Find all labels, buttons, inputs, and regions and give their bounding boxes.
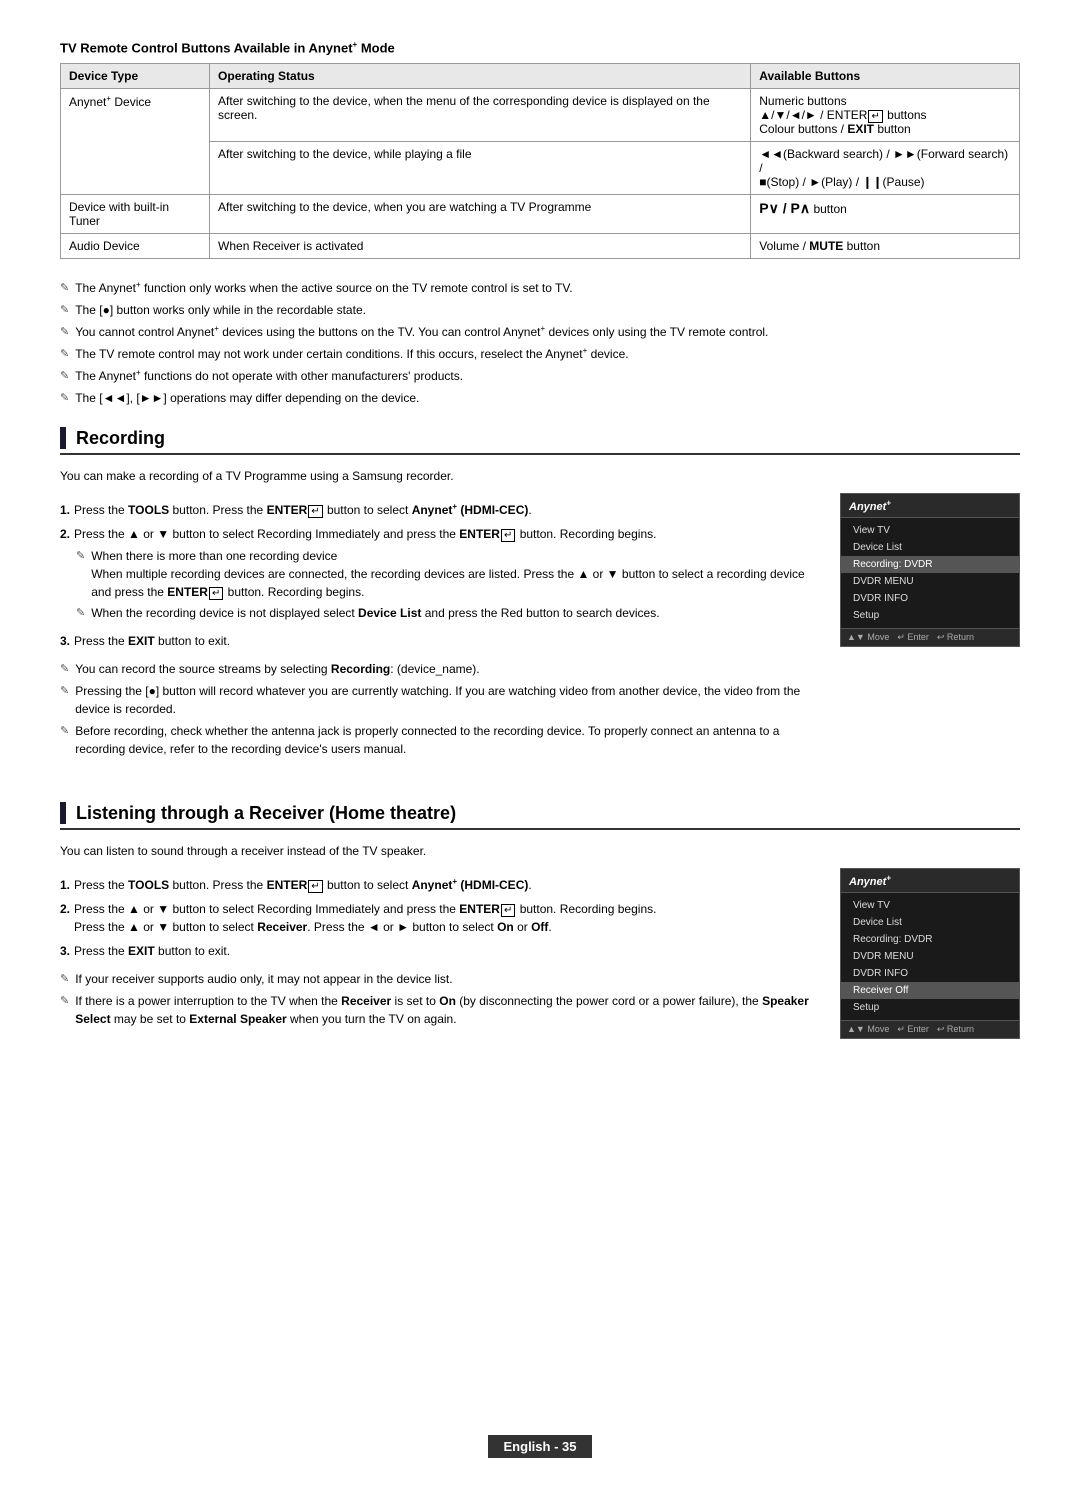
tv-menu-item: DVDR INFO <box>841 590 1019 607</box>
listening-text: 1. Press the TOOLS button. Press the ENT… <box>60 868 820 1048</box>
tv-menu-item: Setup <box>841 607 1019 624</box>
table-row: Device with built-in Tuner After switchi… <box>61 195 1020 234</box>
tv-menu-footer: ▲▼ Move ↵ Enter ↩ Return <box>841 628 1019 646</box>
buttons-anynet-2: ◄◄(Backward search) / ►►(Forward search)… <box>751 142 1020 195</box>
note-item: ✎ You cannot control Anynet+ devices usi… <box>60 323 1020 341</box>
tv-menu-item: Device List <box>841 914 1019 931</box>
page-footer: English - 35 <box>0 1435 1080 1458</box>
step-2: 2. Press the ▲ or ▼ button to select Rec… <box>60 900 820 936</box>
tv-menu-item: Device List <box>841 539 1019 556</box>
table-row: Audio Device When Receiver is activated … <box>61 234 1020 259</box>
buttons-anynet-1: Numeric buttons ▲/▼/◄/► / ENTER↵ buttons… <box>751 89 1020 142</box>
status-tuner: After switching to the device, when you … <box>210 195 751 234</box>
table-notes: ✎ The Anynet+ function only works when t… <box>60 279 1020 407</box>
tv-menu-item: Recording: DVDR <box>841 931 1019 948</box>
note-icon: ✎ <box>60 723 69 740</box>
device-type-tuner: Device with built-in Tuner <box>61 195 210 234</box>
page-number: English - 35 <box>488 1435 593 1458</box>
tv-menu-item: DVDR MENU <box>841 948 1019 965</box>
tv-menu-item: View TV <box>841 522 1019 539</box>
recording-intro: You can make a recording of a TV Program… <box>60 467 1020 485</box>
recording-steps: 1. Press the TOOLS button. Press the ENT… <box>60 501 820 650</box>
recording-menu-image: Anynet+ View TV Device List Recording: D… <box>840 493 1020 778</box>
col-device-type: Device Type <box>61 64 210 89</box>
listening-notes: ✎ If your receiver supports audio only, … <box>60 970 820 1028</box>
note-item: ✎ Before recording, check whether the an… <box>60 722 820 758</box>
note-item: ✎ If your receiver supports audio only, … <box>60 970 820 988</box>
tv-menu-item: View TV <box>841 897 1019 914</box>
tv-menu-item: Setup <box>841 999 1019 1016</box>
recording-heading: Recording <box>76 428 165 449</box>
section-bar <box>60 427 66 449</box>
tv-menu-header: Anynet+ <box>841 869 1019 893</box>
step-2-subnotes: ✎ When there is more than one recording … <box>76 547 820 622</box>
note-item: ✎ The Anynet+ function only works when t… <box>60 279 1020 297</box>
sub-note: ✎ When the recording device is not displ… <box>76 604 820 622</box>
status-anynet-1: After switching to the device, when the … <box>210 89 751 142</box>
tv-menu-item: DVDR MENU <box>841 573 1019 590</box>
note-icon: ✎ <box>60 280 69 297</box>
listening-intro: You can listen to sound through a receiv… <box>60 842 1020 860</box>
note-icon: ✎ <box>60 302 69 319</box>
note-icon: ✎ <box>60 971 69 988</box>
tv-menu-header: Anynet+ <box>841 494 1019 518</box>
note-icon: ✎ <box>60 368 69 385</box>
tv-menu-item: DVDR INFO <box>841 965 1019 982</box>
note-icon: ✎ <box>60 661 69 678</box>
step-1: 1. Press the TOOLS button. Press the ENT… <box>60 501 820 519</box>
step-1: 1. Press the TOOLS button. Press the ENT… <box>60 876 820 894</box>
recording-content: 1. Press the TOOLS button. Press the ENT… <box>60 493 1020 778</box>
note-item: ✎ The Anynet+ functions do not operate w… <box>60 367 1020 385</box>
recording-notes: ✎ You can record the source streams by s… <box>60 660 820 758</box>
step-2: 2. Press the ▲ or ▼ button to select Rec… <box>60 525 820 626</box>
device-type-audio: Audio Device <box>61 234 210 259</box>
col-available-buttons: Available Buttons <box>751 64 1020 89</box>
step-3: 3. Press the EXIT button to exit. <box>60 942 820 960</box>
section-bar <box>60 802 66 824</box>
tv-menu-items: View TV Device List Recording: DVDR DVDR… <box>841 893 1019 1020</box>
note-icon: ✎ <box>60 390 69 407</box>
table-section: TV Remote Control Buttons Available in A… <box>60 40 1020 259</box>
note-icon: ✎ <box>76 548 85 565</box>
note-item: ✎ The [●] button works only while in the… <box>60 301 1020 319</box>
sub-note: ✎ When there is more than one recording … <box>76 547 820 601</box>
tv-menu-item-highlighted: Recording: DVDR <box>841 556 1019 573</box>
tv-menu-recording: Anynet+ View TV Device List Recording: D… <box>840 493 1020 647</box>
recording-section-title: Recording <box>60 427 1020 455</box>
note-item: ✎ The [◄◄], [►►] operations may differ d… <box>60 389 1020 407</box>
tv-menu-items: View TV Device List Recording: DVDR DVDR… <box>841 518 1019 628</box>
recording-text: 1. Press the TOOLS button. Press the ENT… <box>60 493 820 778</box>
buttons-tuner: P∨ / P∧ button <box>751 195 1020 234</box>
listening-heading: Listening through a Receiver (Home theat… <box>76 803 456 824</box>
note-icon: ✎ <box>76 605 85 622</box>
table-heading: TV Remote Control Buttons Available in A… <box>60 40 1020 55</box>
recording-section: Recording You can make a recording of a … <box>60 427 1020 778</box>
note-item: ✎ You can record the source streams by s… <box>60 660 820 678</box>
tv-menu-footer: ▲▼ Move ↵ Enter ↩ Return <box>841 1020 1019 1038</box>
tv-menu-listening: Anynet+ View TV Device List Recording: D… <box>840 868 1020 1039</box>
note-icon: ✎ <box>60 683 69 700</box>
note-item: ✎ Pressing the [●] button will record wh… <box>60 682 820 718</box>
status-audio: When Receiver is activated <box>210 234 751 259</box>
note-icon: ✎ <box>60 346 69 363</box>
remote-control-table: Device Type Operating Status Available B… <box>60 63 1020 259</box>
note-icon: ✎ <box>60 993 69 1010</box>
listening-section: Listening through a Receiver (Home theat… <box>60 802 1020 1048</box>
table-row: Anynet+ Device After switching to the de… <box>61 89 1020 142</box>
note-icon: ✎ <box>60 324 69 341</box>
buttons-audio: Volume / MUTE button <box>751 234 1020 259</box>
note-item: ✎ If there is a power interruption to th… <box>60 992 820 1028</box>
tv-menu-item-highlighted: Receiver Off <box>841 982 1019 999</box>
note-item: ✎ The TV remote control may not work und… <box>60 345 1020 363</box>
col-operating-status: Operating Status <box>210 64 751 89</box>
step-3: 3. Press the EXIT button to exit. <box>60 632 820 650</box>
listening-steps: 1. Press the TOOLS button. Press the ENT… <box>60 876 820 960</box>
status-anynet-2: After switching to the device, while pla… <box>210 142 751 195</box>
listening-content: 1. Press the TOOLS button. Press the ENT… <box>60 868 1020 1048</box>
listening-section-title: Listening through a Receiver (Home theat… <box>60 802 1020 830</box>
device-type-anynet: Anynet+ Device <box>61 89 210 195</box>
listening-menu-image: Anynet+ View TV Device List Recording: D… <box>840 868 1020 1048</box>
